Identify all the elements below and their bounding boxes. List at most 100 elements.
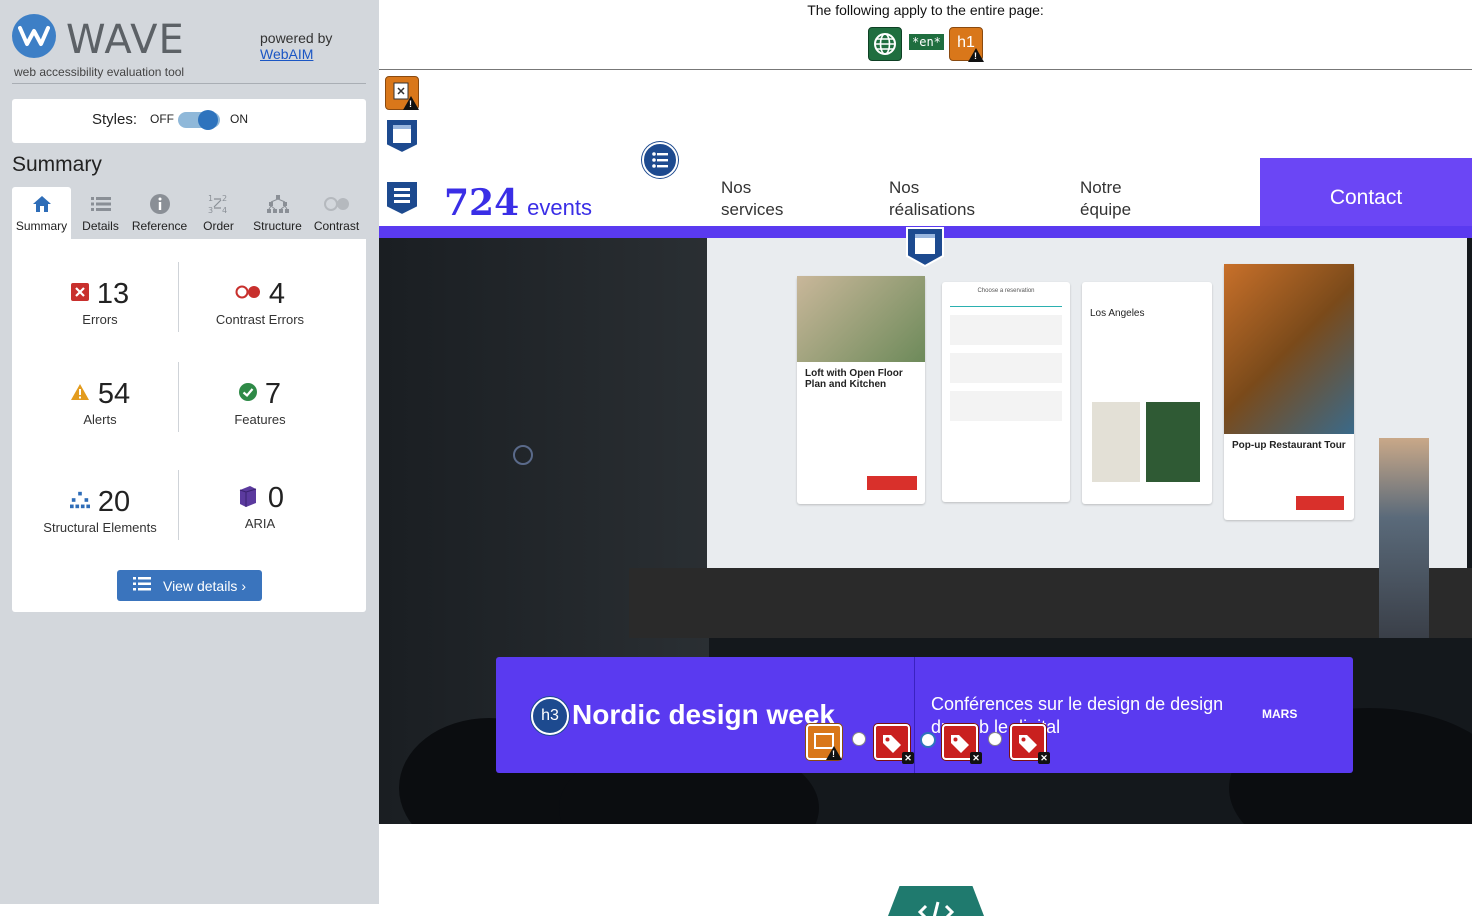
main-region-icon[interactable]: [905, 226, 945, 273]
app-card-photo: [1224, 264, 1354, 434]
info-icon: [130, 193, 189, 215]
tab-order[interactable]: 12 3 4 Order: [189, 187, 248, 239]
alerts-label: Alerts: [83, 412, 117, 427]
radio-dot-icon: [988, 732, 1002, 746]
nav-link-line: réalisations: [889, 200, 975, 219]
h3-icon[interactable]: h3: [531, 697, 569, 735]
alerts-stat[interactable]: 54 Alerts: [40, 378, 160, 427]
wave-logo-icon: [12, 14, 56, 58]
error-icon: [70, 282, 89, 306]
app-card-title: Pop-up Restaurant Tour: [1232, 440, 1346, 451]
home-icon: [12, 193, 71, 215]
page-wide-heading: The following apply to the entire page:: [807, 2, 1044, 18]
aria-stat[interactable]: 0 ARIA: [200, 482, 320, 531]
unordered-list-icon[interactable]: [642, 142, 678, 178]
nav-region-icon[interactable]: [384, 179, 420, 222]
nav-link-services[interactable]: Nos services: [721, 177, 783, 221]
tab-contrast[interactable]: Contrast: [307, 187, 366, 239]
webaim-link[interactable]: WebAIM: [260, 46, 332, 62]
empty-link-error-icon[interactable]: ✕: [1010, 724, 1050, 764]
contrast-error-icon: [235, 285, 261, 304]
list-icon: [71, 193, 130, 215]
contrast-icon: [307, 193, 366, 215]
nav-link-line: équipe: [1080, 200, 1132, 219]
app-card-button: [1296, 496, 1344, 510]
code-icon: [888, 886, 984, 916]
app-card-button: [867, 476, 917, 490]
tab-summary[interactable]: Summary: [12, 187, 71, 239]
styles-label: Styles:: [92, 111, 138, 128]
nav-link-equipe[interactable]: Notre équipe: [1080, 177, 1131, 221]
site-logo[interactable]: 724 events: [444, 182, 592, 224]
language-globe-icon[interactable]: [868, 27, 902, 61]
order-icon: 12 3 4: [189, 193, 248, 215]
contrast-errors-label: Contrast Errors: [215, 312, 305, 327]
svg-text:4: 4: [222, 206, 227, 214]
book-cover: [1146, 402, 1200, 482]
aria-cube-icon: [236, 484, 260, 513]
structural-label: Structural Elements: [43, 520, 157, 535]
radio-dot-icon: [852, 732, 866, 746]
nav-link-line: services: [721, 200, 784, 219]
app-card: Choose a reservation: [942, 282, 1070, 502]
site-logo-number: 724: [444, 182, 520, 224]
radio-dot-icon: [920, 732, 936, 748]
language-code-badge[interactable]: *en*: [909, 34, 944, 50]
features-label: Features: [234, 412, 286, 427]
tab-details[interactable]: Details: [71, 187, 130, 239]
structural-stat[interactable]: 20 Structural Elements: [30, 486, 170, 535]
structure-icon: [248, 193, 307, 215]
h3-label: h3: [541, 707, 559, 724]
alert-icon: [70, 383, 90, 406]
app-card-row: [950, 391, 1062, 421]
tab-reference-label: Reference: [131, 219, 188, 233]
app-card-row: [950, 353, 1062, 383]
empty-link-error-icon[interactable]: ✕: [874, 724, 914, 764]
contrast-errors-stat[interactable]: 4 Contrast Errors: [200, 278, 320, 327]
divider: [178, 470, 179, 540]
error-x-icon: ✕: [970, 752, 982, 764]
features-count: 7: [264, 378, 282, 410]
wave-subtitle: web accessibility evaluation tool: [14, 65, 185, 79]
tab-structure-label: Structure: [253, 219, 302, 233]
structure-icon: [69, 491, 90, 514]
event-card-divider: [914, 657, 915, 773]
alert-badge-icon: [826, 746, 842, 760]
presenter: [1379, 438, 1429, 638]
view-details-button[interactable]: View details ›: [117, 570, 262, 601]
divider: [178, 362, 179, 432]
site-logo-word: events: [527, 195, 592, 220]
svg-text:1: 1: [208, 194, 213, 203]
tab-order-label: Order: [203, 219, 234, 233]
nav-link-line: Nos: [889, 178, 920, 197]
aria-count: 0: [267, 482, 285, 514]
structural-count: 20: [97, 486, 131, 518]
nav-link-line: Nos: [721, 178, 752, 197]
svg-text:3: 3: [208, 206, 213, 214]
app-card-title: Los Angeles: [1090, 308, 1145, 319]
errors-stat[interactable]: 13 Errors: [40, 278, 160, 327]
styles-off-label: OFF: [150, 112, 174, 126]
features-stat[interactable]: 7 Features: [200, 378, 320, 427]
tab-reference[interactable]: Reference: [130, 187, 189, 239]
alert-badge-icon: [403, 96, 419, 110]
nav-link-realisations[interactable]: Nos réalisations: [889, 177, 975, 221]
summary-heading: Summary: [12, 153, 102, 176]
contrast-errors-count: 4: [268, 278, 286, 310]
app-card-row: [950, 315, 1062, 345]
tab-structure[interactable]: Structure: [248, 187, 307, 239]
error-x-icon: ✕: [902, 752, 914, 764]
tab-details-label: Details: [82, 219, 119, 233]
empty-link-error-icon[interactable]: ✕: [942, 724, 982, 764]
app-card-title: Choose a reservation: [977, 288, 1035, 294]
event-card[interactable]: Nordic design week Conférences sur le de…: [496, 657, 1353, 773]
header-region-icon[interactable]: [384, 117, 420, 160]
aria-label: ARIA: [244, 516, 276, 531]
app-card: Los Angeles: [1082, 282, 1212, 504]
alert-badge-icon: [968, 48, 984, 62]
view-details-label: View details ›: [162, 577, 246, 594]
styles-toggle-box: Styles: OFF ON: [12, 99, 366, 143]
app-card-photo: [797, 276, 925, 362]
errors-count: 13: [96, 278, 130, 310]
styles-toggle-knob[interactable]: [198, 110, 218, 130]
